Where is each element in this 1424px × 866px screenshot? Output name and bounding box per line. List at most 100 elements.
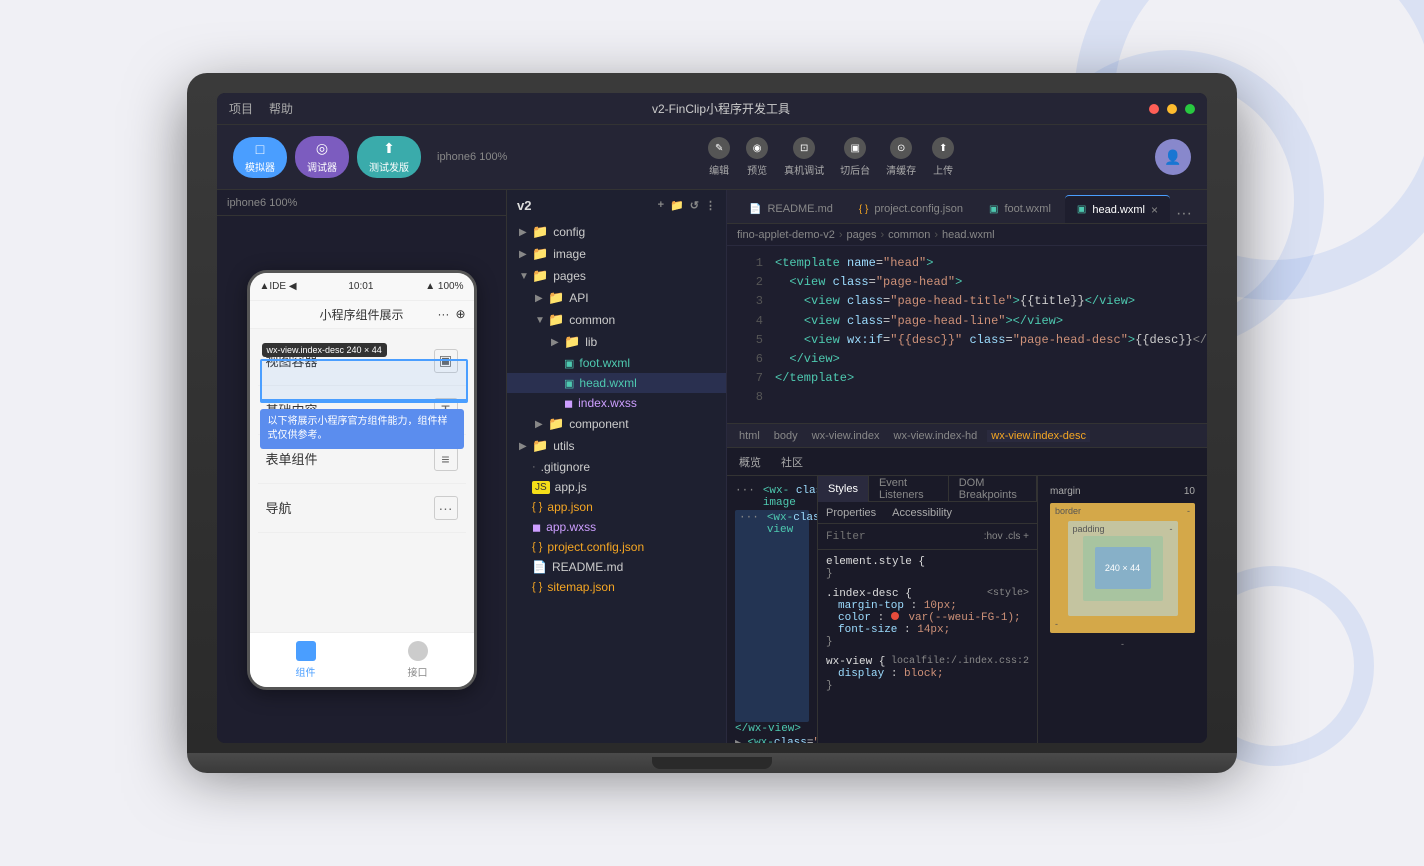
content-box: 240 × 44	[1095, 547, 1151, 589]
tree-file-project-config[interactable]: ▶ { } project.config.json	[507, 537, 726, 557]
collapse-icon[interactable]: ⋮	[705, 199, 716, 212]
tree-folder-component[interactable]: ▶ 📁 component	[507, 413, 726, 435]
nav-item-nav[interactable]: 导航 ···	[258, 484, 466, 533]
toolbar-tools: ✎ 编辑 ◉ 预览 ⊡ 真机调试 ▣ 切后台	[708, 137, 954, 177]
tab-head-wxml[interactable]: ▣ head.wxml ×	[1065, 195, 1170, 223]
border-box: padding - 240 × 44	[1068, 521, 1178, 616]
test-button[interactable]: ⬆ 测试发版	[357, 136, 421, 178]
tool-preview[interactable]: ◉ 预览	[746, 137, 768, 177]
dom-line-2[interactable]: ··· <wx-view class="index-desc" > 以下将展示小…	[735, 510, 809, 722]
tree-folder-lib[interactable]: ▶ 📁 lib	[507, 331, 726, 353]
maximize-button[interactable]	[1185, 104, 1195, 114]
breadcrumb-file[interactable]: head.wxml	[942, 229, 995, 241]
elem-sel-html[interactable]: html	[735, 430, 764, 442]
elem-sel-wx-view-index-desc[interactable]: wx-view.index-desc	[987, 430, 1090, 442]
styles-sub-tab-accessibility[interactable]: Accessibility	[884, 502, 960, 523]
tool-background[interactable]: ▣ 切后台	[840, 137, 870, 177]
editor-area: 📄 README.md { } project.config.json ▣ fo…	[727, 190, 1207, 743]
tree-file-gitignore[interactable]: ▶ · .gitignore	[507, 457, 726, 477]
styles-sub-tabs: Properties Accessibility	[818, 502, 1037, 524]
styles-content: element.style { } .index-desc { <style>	[818, 550, 1037, 743]
preview-header: iphone6 100%	[217, 190, 506, 216]
dom-line-3: </wx-view>	[735, 722, 809, 736]
element-label-underline	[262, 399, 466, 402]
phone-tab-component[interactable]: 组件	[250, 633, 362, 687]
more-tabs-icon[interactable]: ···	[1176, 205, 1192, 223]
element-highlight: wx-view.index-desc 240 × 44	[260, 359, 468, 403]
minimize-button[interactable]	[1167, 104, 1177, 114]
breadcrumb-pages[interactable]: pages	[847, 229, 877, 241]
tree-file-app-wxss[interactable]: ▶ ◼ app.wxss	[507, 517, 726, 537]
tab-project-config[interactable]: { } project.config.json	[847, 195, 975, 223]
refresh-icon[interactable]: ↺	[690, 199, 699, 212]
tree-file-readme[interactable]: ▶ 📄 README.md	[507, 557, 726, 577]
laptop-body: 项目 帮助 v2-FinClip小程序开发工具	[187, 73, 1237, 753]
styles-filter-input[interactable]	[826, 531, 976, 543]
tree-folder-common[interactable]: ▼ 📁 common	[507, 309, 726, 331]
tree-file-head-wxml[interactable]: ▶ ▣ head.wxml	[507, 373, 726, 393]
breadcrumb-root[interactable]: fino-applet-demo-v2	[737, 229, 835, 241]
devtools-panel: html body wx-view.index wx-view.index-hd…	[727, 423, 1207, 743]
tab-foot-wxml[interactable]: ▣ foot.wxml	[977, 195, 1063, 223]
styles-filter-hint: :hov .cls +	[984, 531, 1029, 542]
phone-time: 10:01	[348, 281, 373, 292]
styles-sub-tab-properties[interactable]: Properties	[818, 502, 884, 523]
tree-file-app-json[interactable]: ▶ { } app.json	[507, 497, 726, 517]
tree-folder-pages[interactable]: ▼ 📁 pages	[507, 265, 726, 287]
breadcrumb: fino-applet-demo-v2 › pages › common › h…	[727, 224, 1207, 246]
styles-tabs: Styles Event Listeners DOM Breakpoints	[818, 476, 1037, 502]
elem-sel-wx-view-index-hd[interactable]: wx-view.index-hd	[890, 430, 982, 442]
elem-sel-body[interactable]: body	[770, 430, 802, 442]
phone-title-dots: ··· ⊕	[437, 307, 465, 321]
tool-upload[interactable]: ⬆ 上传	[932, 137, 954, 177]
tree-folder-utils[interactable]: ▶ 📁 utils	[507, 435, 726, 457]
styles-tab-styles[interactable]: Styles	[818, 476, 869, 502]
main-area: iphone6 100% ▲IDE ◀ 10:01 ▲ 100% 小程序	[217, 190, 1207, 743]
phone-bottom-tabs: 组件 接口	[250, 632, 474, 687]
window-controls	[1149, 104, 1195, 114]
avatar[interactable]: 👤	[1155, 139, 1191, 175]
element-label: wx-view.index-desc 240 × 44	[262, 343, 387, 357]
tool-edit[interactable]: ✎ 编辑	[708, 137, 730, 177]
debugger-button[interactable]: ◎ 调试器	[295, 136, 349, 178]
close-tab-icon[interactable]: ×	[1151, 203, 1158, 217]
editor-tabs: 📄 README.md { } project.config.json ▣ fo…	[727, 190, 1207, 224]
tree-file-foot-wxml[interactable]: ▶ ▣ foot.wxml	[507, 353, 726, 373]
menu-item-project[interactable]: 项目	[229, 100, 253, 117]
tree-file-sitemap[interactable]: ▶ { } sitemap.json	[507, 577, 726, 597]
title-bar-left: 项目 帮助	[229, 100, 293, 117]
new-file-icon[interactable]: +	[658, 199, 664, 212]
menu-item-help[interactable]: 帮助	[269, 100, 293, 117]
tree-folder-config[interactable]: ▶ 📁 config	[507, 221, 726, 243]
simulator-button[interactable]: □ 模拟器	[233, 137, 287, 178]
new-folder-icon[interactable]: 📁	[670, 199, 684, 212]
margin-label: margin	[1050, 486, 1081, 497]
app-window: 项目 帮助 v2-FinClip小程序开发工具	[217, 93, 1207, 743]
file-tree-root: v2	[517, 198, 531, 213]
close-button[interactable]	[1149, 104, 1159, 114]
laptop-screen: 项目 帮助 v2-FinClip小程序开发工具	[217, 93, 1207, 743]
tree-file-app-js[interactable]: ▶ JS app.js	[507, 477, 726, 497]
toolbar: □ 模拟器 ◎ 调试器 ⬆ 测试发版 iphone6 100%	[217, 125, 1207, 190]
styles-tab-event-listeners[interactable]: Event Listeners	[869, 476, 949, 502]
file-tree-actions: + 📁 ↺ ⋮	[658, 199, 716, 212]
devtools-tab-label: 概览	[739, 454, 761, 470]
tree-folder-api[interactable]: ▶ 📁 API	[507, 287, 726, 309]
code-editor[interactable]: 1 <template name="head"> 2 <view class="…	[727, 246, 1207, 423]
box-model-labels: margin 10	[1050, 486, 1195, 497]
tool-clear-cache[interactable]: ⊙ 清缓存	[886, 137, 916, 177]
phone-tab-api[interactable]: 接口	[362, 633, 474, 687]
tab-readme[interactable]: 📄 README.md	[737, 195, 845, 223]
elem-sel-wx-view-index[interactable]: wx-view.index	[808, 430, 884, 442]
tree-file-index-wxss[interactable]: ▶ ◼ index.wxss	[507, 393, 726, 413]
code-line-4: 4 <view class="page-head-line"></view>	[727, 312, 1207, 331]
breadcrumb-common[interactable]: common	[888, 229, 930, 241]
code-line-1: 1 <template name="head">	[727, 254, 1207, 273]
styles-tab-dom-breakpoints[interactable]: DOM Breakpoints	[949, 476, 1037, 502]
color-swatch	[891, 612, 899, 620]
code-line-7: 7 </template>	[727, 369, 1207, 388]
laptop-notch	[652, 757, 772, 769]
tree-folder-image[interactable]: ▶ 📁 image	[507, 243, 726, 265]
editor-content: 1 <template name="head"> 2 <view class="…	[727, 246, 1207, 743]
tool-device-debug[interactable]: ⊡ 真机调试	[784, 137, 824, 177]
